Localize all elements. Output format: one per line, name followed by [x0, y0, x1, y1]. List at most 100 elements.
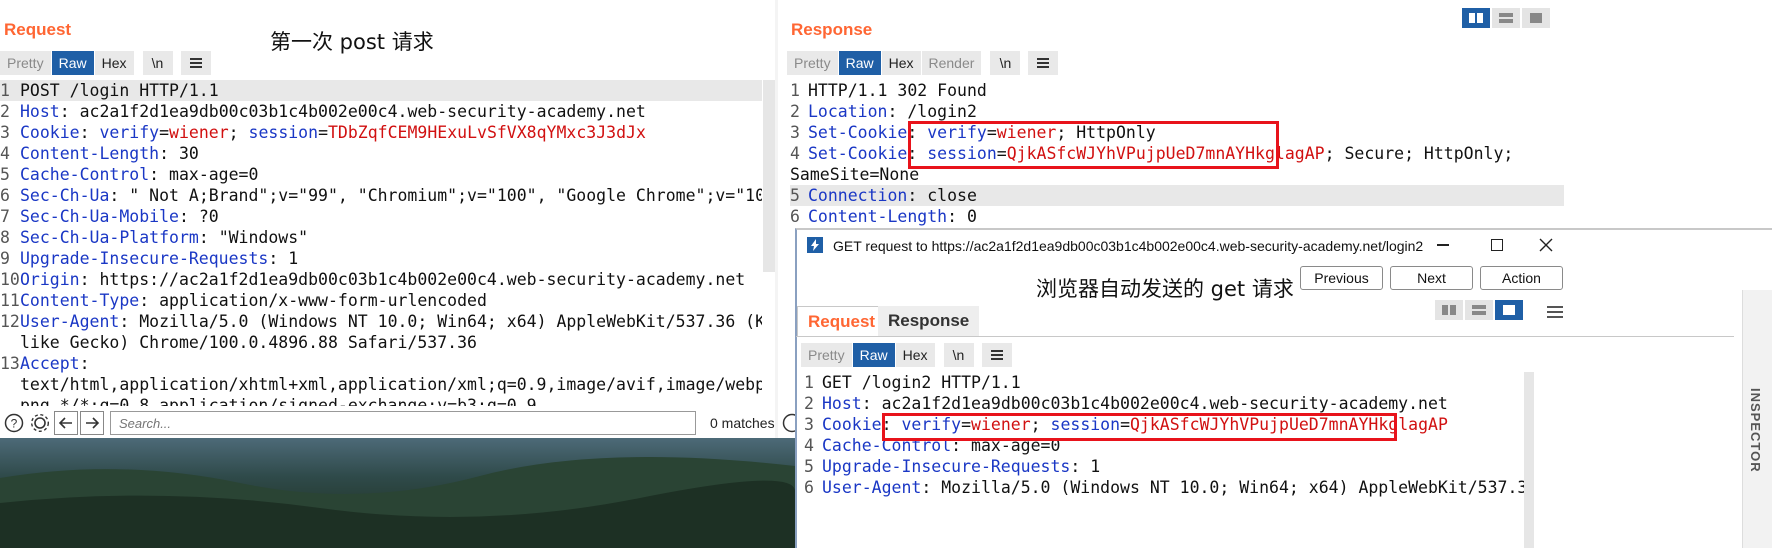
header-value: png,*/*;q=0.8,application/signed-exchang…: [20, 396, 537, 406]
code-line: 8 Sec-Ch-Ua-Platform: "Windows": [0, 227, 762, 248]
tab-pretty[interactable]: Pretty: [787, 51, 839, 75]
request-line: POST /login HTTP/1.1: [20, 81, 219, 100]
line-number: 4: [804, 436, 814, 455]
tab-render[interactable]: Render: [921, 51, 983, 75]
request-annotation: 第一次 post 请求: [270, 30, 434, 54]
newline-toggle-button[interactable]: \n: [943, 343, 974, 367]
search-input[interactable]: [110, 411, 696, 435]
minimize-icon[interactable]: [1437, 244, 1449, 246]
newline-toggle-button[interactable]: \n: [990, 51, 1021, 75]
header-value: Mozilla/5.0 (Windows NT 10.0; Win64; x64…: [941, 478, 1524, 497]
tab-pretty[interactable]: Pretty: [0, 51, 52, 75]
tab-request[interactable]: Request: [797, 306, 887, 336]
header-value: 30: [178, 144, 199, 163]
arrow-right-icon[interactable]: [80, 411, 104, 435]
code-line: 13Accept:: [0, 353, 762, 374]
inspector-menu-icon[interactable]: [1547, 306, 1563, 318]
line-number: 5: [0, 165, 10, 184]
cookie-value: wiener: [169, 123, 229, 142]
tab-hex[interactable]: Hex: [895, 343, 936, 367]
code-line: 10Origin: https://ac2a1f2d1ea9db00c03b1c…: [0, 269, 762, 290]
search-bar: ? 0 matches: [0, 408, 795, 438]
set-cookie-highlight-box: [908, 121, 1279, 169]
tab-raw[interactable]: Raw: [852, 343, 896, 367]
response-view-tabs: Pretty Raw Hex Render: [787, 51, 983, 75]
tab-response[interactable]: Response: [878, 306, 980, 336]
action-button[interactable]: Action: [1480, 266, 1563, 290]
separator: :: [159, 144, 179, 163]
header-value: "Windows": [218, 228, 309, 247]
header-name: Upgrade-Insecure-Requests: [822, 457, 1071, 476]
response-editor-toolbar: Pretty Raw Hex Render \n: [787, 51, 1059, 75]
cookie-name: verify: [99, 123, 160, 142]
separator: :: [119, 312, 140, 331]
popup-view-tabs: Pretty Raw Hex: [801, 343, 936, 367]
arrow-left-icon[interactable]: [54, 411, 78, 435]
line-number: 2: [0, 102, 10, 121]
code-line: 3 Cookie: verify=wiener; session=TDbZqfCE…: [0, 122, 762, 143]
header-name: Host: [822, 394, 862, 413]
hamburger-menu-icon[interactable]: [981, 343, 1012, 367]
header-name: Location: [808, 102, 888, 121]
header-name: Upgrade-Insecure-Requests: [20, 249, 269, 268]
cookie-attributes: ; Secure; HttpOnly;: [1324, 144, 1514, 163]
match-count: 0 matches: [710, 415, 775, 431]
tab-raw[interactable]: Raw: [51, 51, 95, 75]
previous-button[interactable]: Previous: [1300, 266, 1383, 290]
header-value: close: [927, 186, 977, 205]
header-name: Origin: [20, 270, 80, 289]
panel-divider[interactable]: [775, 0, 778, 438]
popup-annotation: 浏览器自动发送的 get 请求: [1036, 277, 1294, 301]
hamburger-menu-icon[interactable]: [1028, 51, 1059, 75]
header-name: Set-Cookie: [808, 144, 908, 163]
header-value: Mozilla/5.0 (Windows NT 10.0; Win64; x64…: [139, 312, 762, 331]
line-number: 1: [804, 373, 814, 392]
header-value: /login2: [907, 102, 977, 121]
popup-editor-toolbar: Pretty Raw Hex \n: [801, 343, 1012, 367]
separator: :: [178, 207, 199, 226]
header-name: Connection: [808, 186, 908, 205]
line-number: 13: [0, 354, 20, 373]
layout-single-icon[interactable]: [1522, 8, 1550, 28]
cookie-value: TDbZqfCEM9HExuLvSfVX8qYMxc3J3dJx: [328, 123, 646, 142]
layout-split-icon[interactable]: [1435, 300, 1463, 320]
gear-icon[interactable]: [28, 411, 52, 435]
request-scrollbar[interactable]: [763, 80, 775, 272]
header-value: text/html,application/xhtml+xml,applicat…: [20, 375, 762, 394]
line-number: 5: [804, 457, 814, 476]
line-number: 3: [0, 123, 10, 142]
line-number: 1: [790, 81, 800, 100]
separator: :: [59, 102, 80, 121]
maximize-icon[interactable]: [1491, 239, 1503, 251]
close-icon[interactable]: [1539, 237, 1553, 256]
header-value: ac2a1f2d1ea9db00c03b1c4b002e00c4.web-sec…: [79, 102, 646, 121]
tab-hex[interactable]: Hex: [94, 51, 135, 75]
header-value: https://ac2a1f2d1ea9db00c03b1c4b002e00c4…: [99, 270, 746, 289]
separator: =: [159, 123, 170, 142]
request-view-tabs: Pretty Raw Hex: [0, 51, 135, 75]
line-number: 1: [0, 81, 10, 100]
header-value: ac2a1f2d1ea9db00c03b1c4b002e00c4.web-sec…: [881, 394, 1448, 413]
layout-stacked-icon[interactable]: [1492, 8, 1520, 28]
request-editor-toolbar: Pretty Raw Hex \n: [0, 51, 211, 75]
tab-pretty[interactable]: Pretty: [801, 343, 853, 367]
layout-split-icon[interactable]: [1462, 8, 1490, 28]
code-line: 11Content-Type: application/x-www-form-u…: [0, 290, 762, 311]
tab-raw[interactable]: Raw: [838, 51, 882, 75]
popup-scrollbar[interactable]: [1524, 372, 1534, 548]
header-name: Host: [20, 102, 60, 121]
cookie-attributes-continued: SameSite=None: [790, 165, 920, 184]
code-line: 2 Host: ac2a1f2d1ea9db00c03b1c4b002e00c4.…: [0, 101, 762, 122]
popup-titlebar[interactable]: GET request to https://ac2a1f2d1ea9db00c…: [797, 230, 1772, 262]
header-value: 0: [966, 207, 977, 226]
newline-toggle-button[interactable]: \n: [142, 51, 173, 75]
header-name: User-Agent: [20, 312, 120, 331]
next-button[interactable]: Next: [1390, 266, 1473, 290]
request-editor[interactable]: 1 POST /login HTTP/1.1 2 Host: ac2a1f2d1ea9…: [0, 80, 762, 406]
hamburger-menu-icon[interactable]: [180, 51, 211, 75]
popup-request-editor[interactable]: 1 GET /login2 HTTP/1.1 2 Host: ac2a1f2d1ea…: [804, 372, 1524, 548]
layout-single-icon[interactable]: [1495, 300, 1523, 320]
help-icon[interactable]: ?: [2, 411, 26, 435]
tab-hex[interactable]: Hex: [881, 51, 922, 75]
layout-stacked-icon[interactable]: [1465, 300, 1493, 320]
